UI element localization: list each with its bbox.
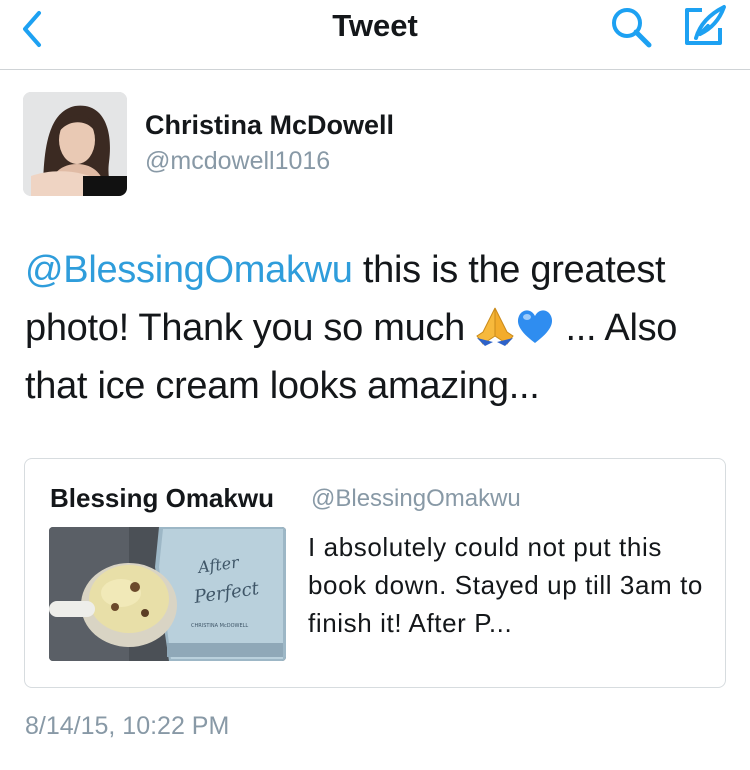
quoted-tweet-card[interactable]: Blessing Omakwu @BlessingOmakwu After Pe… bbox=[24, 458, 726, 688]
author-handle[interactable]: @mcdowell1016 bbox=[145, 147, 330, 176]
quoted-tweet-text: I absolutely could not put this book dow… bbox=[308, 532, 703, 638]
folded-hands-emoji bbox=[475, 305, 515, 346]
tweet-text: @BlessingOmakwu this is the greatest pho… bbox=[25, 241, 740, 415]
blue-heart-emoji bbox=[515, 305, 555, 345]
compose-icon bbox=[685, 5, 726, 45]
search-button[interactable] bbox=[608, 4, 654, 50]
mention-link[interactable]: @BlessingOmakwu bbox=[25, 249, 353, 291]
tweet-timestamp: 8/14/15, 10:22 PM bbox=[25, 712, 230, 740]
author-name[interactable]: Christina McDowell bbox=[145, 110, 394, 141]
avatar-photo bbox=[23, 92, 127, 196]
quoted-author-name: Blessing Omakwu bbox=[50, 483, 274, 513]
avatar[interactable] bbox=[23, 92, 127, 196]
ice-cream-and-book-photo: After Perfect CHRISTINA McDOWELL bbox=[49, 527, 286, 661]
navigation-bar: Tweet bbox=[0, 0, 750, 70]
compose-button[interactable] bbox=[680, 2, 728, 50]
search-icon bbox=[612, 8, 652, 48]
quoted-author-handle: @BlessingOmakwu bbox=[311, 485, 521, 512]
svg-text:CHRISTINA McDOWELL: CHRISTINA McDOWELL bbox=[191, 623, 248, 629]
quoted-media-thumbnail[interactable]: After Perfect CHRISTINA McDOWELL bbox=[49, 527, 286, 661]
